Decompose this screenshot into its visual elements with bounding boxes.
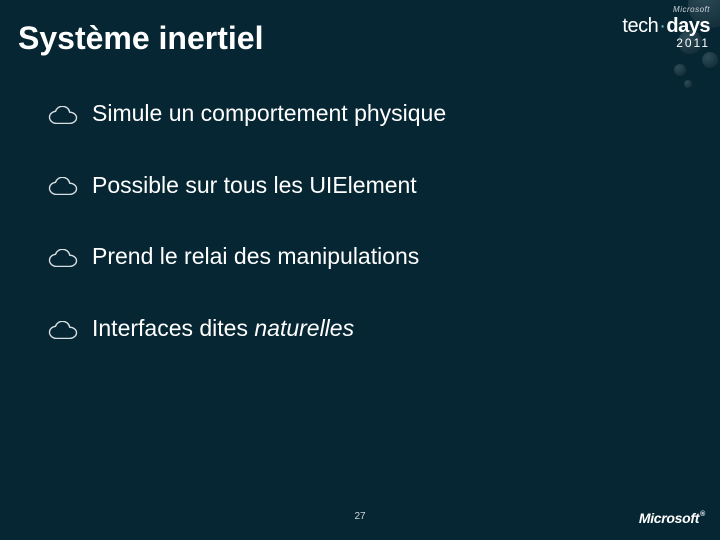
brand-days: days: [666, 15, 710, 37]
microsoft-logo: Microsoft®: [639, 510, 704, 526]
brand-techdays: Microsoft tech·days 2011: [622, 6, 710, 49]
cloud-icon: [48, 177, 78, 195]
cloud-icon: [48, 249, 78, 267]
slide: Microsoft tech·days 2011 Système inertie…: [0, 0, 720, 540]
bullet-text: Interfaces dites naturelles: [92, 315, 354, 343]
bullet-prefix: Interfaces dites: [92, 315, 254, 341]
bullet-emph: naturelles: [254, 315, 354, 341]
bullet-text: Prend le relai des manipulations: [92, 243, 419, 271]
brand-microsoft-small: Microsoft: [622, 6, 710, 14]
bullet-list: Simule un comportement physique Possible…: [48, 100, 660, 386]
cloud-icon: [48, 106, 78, 124]
brand-techdays-wordmark: tech·days: [622, 16, 710, 36]
brand-year: 2011: [622, 37, 710, 49]
cloud-icon: [48, 321, 78, 339]
list-item: Interfaces dites naturelles: [48, 315, 660, 343]
list-item: Simule un comportement physique: [48, 100, 660, 128]
bullet-text: Possible sur tous les UIElement: [92, 172, 417, 200]
list-item: Possible sur tous les UIElement: [48, 172, 660, 200]
list-item: Prend le relai des manipulations: [48, 243, 660, 271]
slide-title: Système inertiel: [18, 20, 263, 57]
microsoft-logo-text: Microsoft: [639, 510, 699, 526]
bullet-text: Simule un comportement physique: [92, 100, 446, 128]
brand-tech: tech: [622, 15, 658, 37]
slide-number: 27: [354, 511, 365, 522]
registered-mark: ®: [700, 511, 705, 518]
